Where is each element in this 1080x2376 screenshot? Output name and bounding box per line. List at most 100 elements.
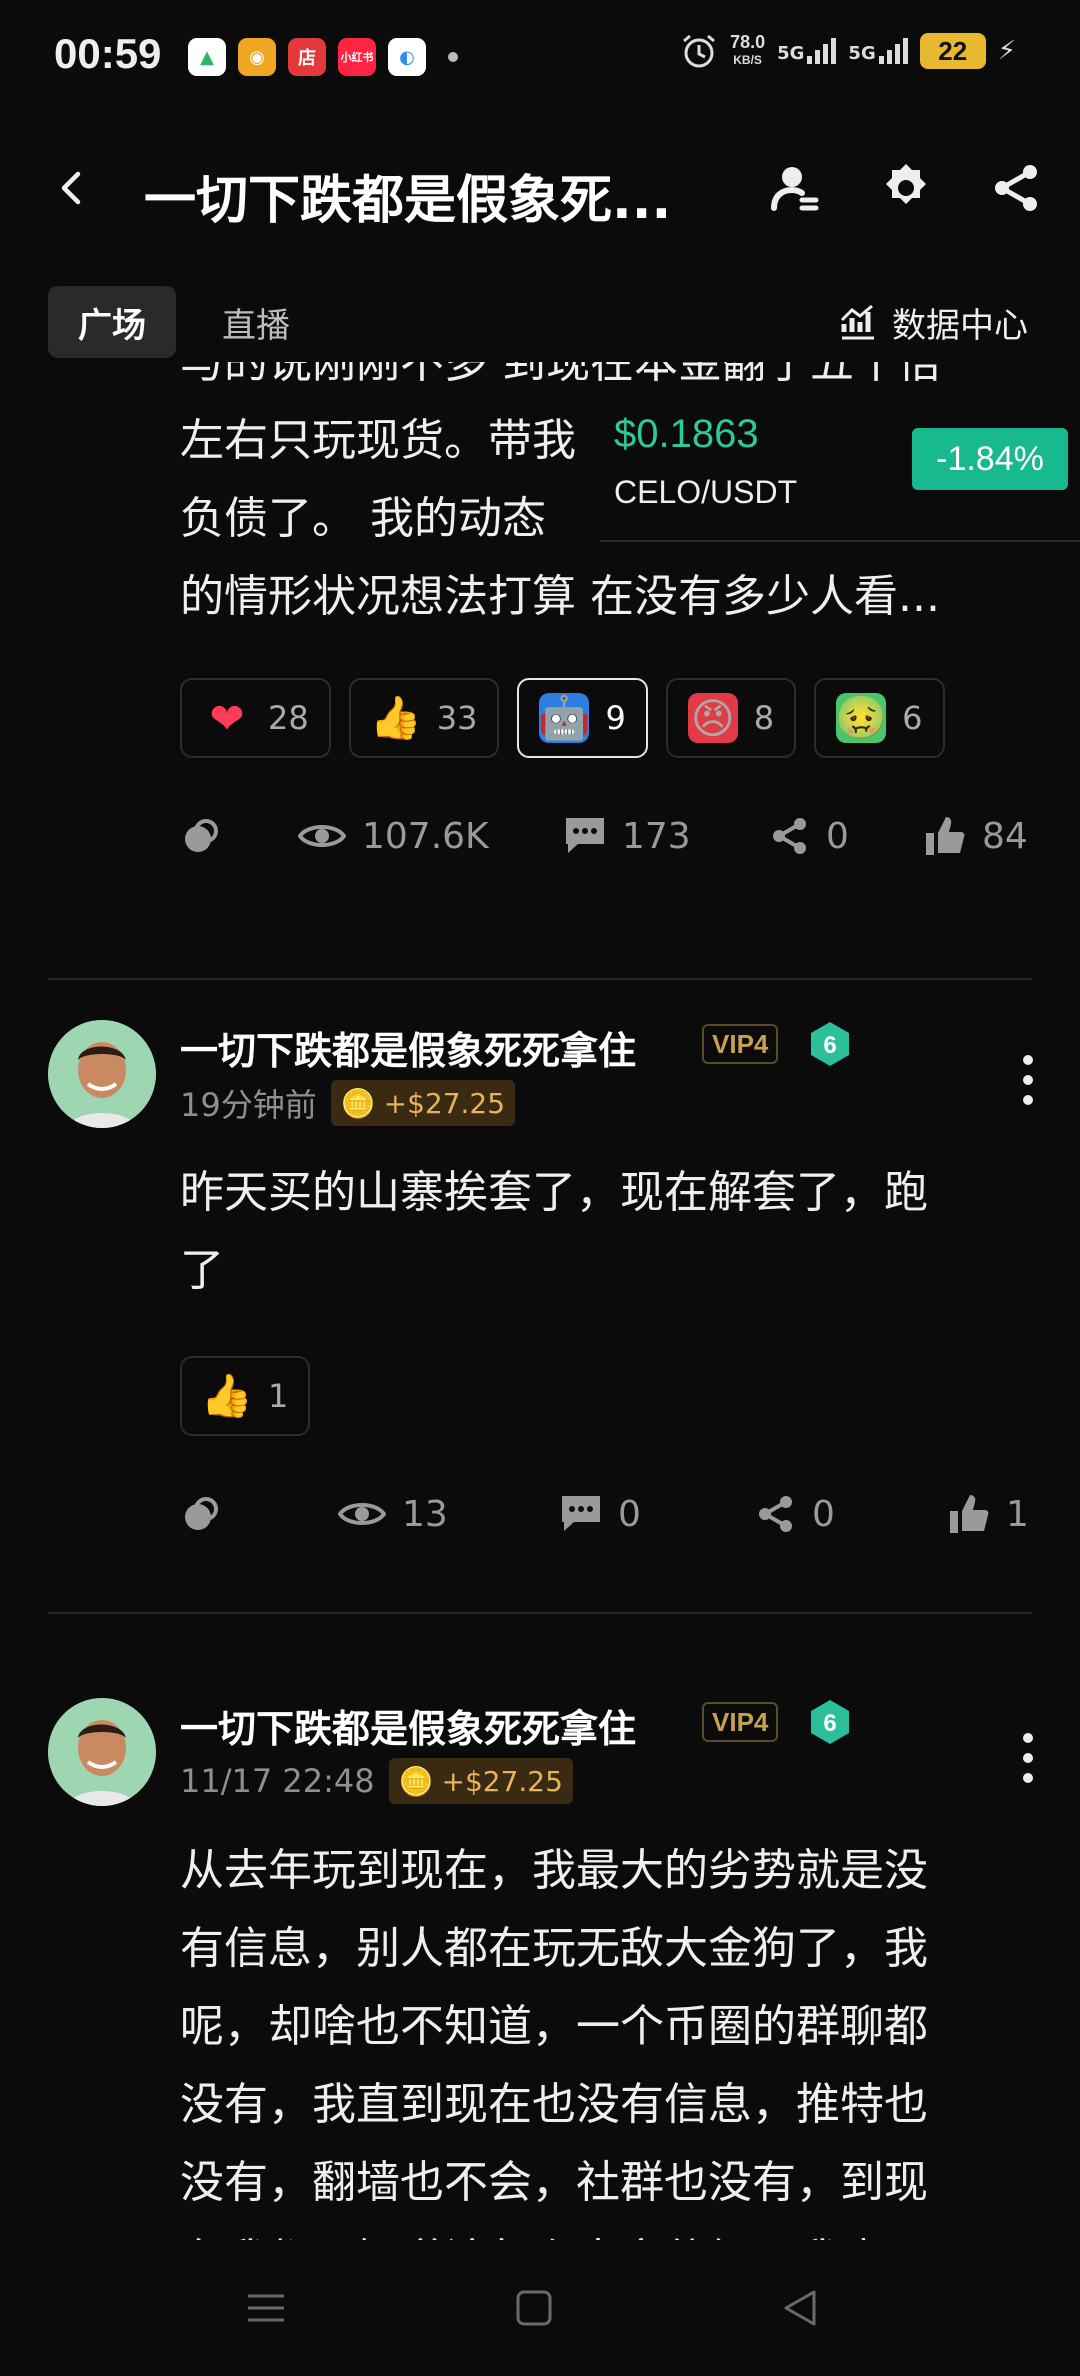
- svg-text:6: 6: [823, 1710, 836, 1737]
- post-text-line: 了: [180, 1245, 224, 1296]
- back-icon[interactable]: [52, 168, 92, 208]
- tip-amount-badge: 🪙 +$27.25: [388, 1758, 573, 1804]
- price-ticker-popup[interactable]: $0.1863 CELO/USDT -1.84%: [600, 402, 1080, 542]
- thumbs-up-emoji-icon: 👍: [200, 1371, 254, 1420]
- post-text-line: 没有，我直到现在也没有信息，推特也: [180, 2079, 928, 2130]
- views-stat: 107.6K: [298, 806, 489, 866]
- thumbs-up-icon: [950, 1495, 989, 1533]
- post-time: 11/17 22:48: [180, 1762, 375, 1800]
- post-time: 19分钟前: [180, 1086, 317, 1124]
- hodl-robot-icon: 🤖: [538, 693, 591, 743]
- post2-stats: 13 0 0 1: [180, 1484, 1032, 1544]
- signal-sim2: 5G: [848, 38, 908, 64]
- network-speed: 78.0 KB/S: [730, 32, 766, 67]
- post-divider: [48, 1612, 1032, 1614]
- tab-live[interactable]: 直播: [192, 286, 320, 358]
- level-badge: 6: [811, 1700, 849, 1744]
- post-text-line: 昨天买的山寨挨套了，现在解套了，跑: [180, 1167, 928, 1218]
- likes-stat[interactable]: 1: [948, 1484, 1029, 1544]
- vip-badge: VIP4: [702, 1702, 779, 1742]
- gear-icon[interactable]: [878, 160, 934, 216]
- top-bar: 一切下跌都是假象死...: [0, 140, 1080, 240]
- views-stat: 13: [338, 1484, 448, 1544]
- post-text-line: 在我都不知道该怎么去文件假，我也: [180, 2222, 1030, 2242]
- comments-stat[interactable]: 0: [560, 1484, 641, 1544]
- post-feed[interactable]: 与的说刚刚不多 到现在本金翻了五十倍 左右只玩现货。带我 负债了。 我的动态 的…: [0, 362, 1080, 2242]
- more-options-icon[interactable]: [1008, 1728, 1048, 1788]
- avatar[interactable]: [48, 1020, 156, 1128]
- reaction-hodl[interactable]: 🤖 9: [517, 678, 648, 758]
- reaction-heart[interactable]: ❤ 28: [180, 678, 331, 758]
- menu-icon[interactable]: [242, 2284, 290, 2332]
- eye-icon: [298, 825, 346, 847]
- comment-icon: [566, 818, 604, 853]
- thumbs-up-icon: [926, 817, 965, 855]
- ticker-pair: CELO/USDT: [614, 474, 798, 510]
- maps-app-icon: ▲: [188, 38, 226, 76]
- data-center-button[interactable]: 数据中心: [838, 286, 1028, 358]
- reaction-sick[interactable]: 🤢 6: [814, 678, 945, 758]
- avatar[interactable]: [48, 1698, 156, 1806]
- chart-icon: [840, 304, 874, 340]
- status-bar: 00:59 ▲ ◉ 店 小红书 ◐ 78.0 KB/S 5G 5G 22 ⚡: [0, 0, 1080, 120]
- coin-stack-icon: [185, 819, 218, 852]
- xiaohongshu-app-icon: 小红书: [338, 38, 376, 76]
- shares-stat[interactable]: 0: [770, 806, 849, 866]
- store-app-icon: 店: [288, 38, 326, 76]
- battery-indicator: 22: [919, 33, 986, 69]
- more-notifications-dot: [448, 52, 458, 62]
- share-icon: [759, 1496, 792, 1532]
- tab-square[interactable]: 广场: [48, 286, 176, 358]
- post-text-line: 的情形状况想法打算 在没有多少人看...: [180, 571, 940, 622]
- heart-icon: ❤: [209, 693, 245, 743]
- user-profile-icon[interactable]: [768, 160, 824, 216]
- signal-sim1: 5G: [777, 38, 837, 64]
- author-name[interactable]: 一切下跌都是假象死死拿住: [180, 1020, 636, 1075]
- author-name[interactable]: 一切下跌都是假象死死拿住: [180, 1698, 636, 1753]
- home-icon[interactable]: [510, 2284, 558, 2332]
- post-text-line: 从去年玩到现在，我最大的劣势就是没: [180, 1845, 928, 1896]
- shares-stat[interactable]: 0: [756, 1484, 835, 1544]
- back-nav-icon[interactable]: [776, 2284, 824, 2332]
- tip-button[interactable]: [180, 1484, 222, 1544]
- post-divider: [48, 978, 1032, 980]
- tip-button[interactable]: [180, 806, 222, 866]
- comments-stat[interactable]: 173: [564, 806, 691, 866]
- status-indicators: 78.0 KB/S 5G 5G 22 ⚡: [680, 32, 1016, 70]
- reaction-thumbs-up[interactable]: 👍 1: [180, 1356, 311, 1436]
- ticker-divider: [600, 540, 1080, 542]
- post1-reactions: ❤ 28 👍 33 🤖 9 😠 8 🤢 6: [180, 678, 945, 758]
- post2-text[interactable]: 昨天买的山寨挨套了，现在解套了，跑 了: [180, 1154, 1030, 1310]
- ticker-price: $0.1863: [614, 412, 759, 456]
- tab-bar: 广场 直播 数据中心: [0, 286, 1080, 362]
- likes-stat[interactable]: 84: [924, 806, 1028, 866]
- status-time: 00:59: [54, 30, 162, 77]
- svg-text:6: 6: [823, 1032, 836, 1059]
- thumbs-up-emoji-icon: 👍: [369, 693, 422, 742]
- reaction-angry[interactable]: 😠 8: [665, 678, 797, 758]
- share-icon[interactable]: [988, 160, 1044, 216]
- eye-icon: [338, 1503, 386, 1525]
- angry-face-icon: 😠: [687, 693, 738, 743]
- charging-icon: ⚡: [997, 36, 1016, 66]
- coin-stack-icon: [185, 1497, 218, 1530]
- weibo-app-icon: ◉: [238, 38, 276, 76]
- post-text-line: 与的说刚刚不多 到现在本金翻了五十倍: [180, 362, 942, 388]
- reaction-thumbs-up[interactable]: 👍 33: [348, 678, 500, 758]
- browser-app-icon: ◐: [388, 38, 426, 76]
- level-badge: 6: [811, 1022, 849, 1066]
- notification-apps: ▲ ◉ 店 小红书 ◐: [188, 38, 458, 76]
- post3-text[interactable]: 从去年玩到现在，我最大的劣势就是没 有信息，别人都在玩无敌大金狗了，我 呢，却啥…: [180, 1832, 1030, 2242]
- more-options-icon[interactable]: [1008, 1050, 1048, 1110]
- coin-icon: 🪙: [398, 1764, 434, 1798]
- ticker-change: -1.84%: [912, 428, 1068, 490]
- vip-badge: VIP4: [702, 1024, 779, 1064]
- post-meta: 11/17 22:48 🪙 +$27.25: [180, 1758, 573, 1804]
- post2-author[interactable]: 一切下跌都是假象死死拿住 VIP4 6 19分钟前 🪙 +$27.25: [48, 1020, 1048, 1140]
- post-text-line: 没有，翻墙也不会，社群也没有，到现: [180, 2157, 928, 2208]
- alarm-icon: [683, 34, 716, 68]
- sick-face-icon: 🤢: [835, 693, 888, 743]
- share-icon: [773, 818, 806, 854]
- post3-author[interactable]: 一切下跌都是假象死死拿住 VIP4 6 11/17 22:48 🪙 +$27.25: [48, 1698, 1048, 1818]
- data-center-label: 数据中心: [892, 305, 1028, 346]
